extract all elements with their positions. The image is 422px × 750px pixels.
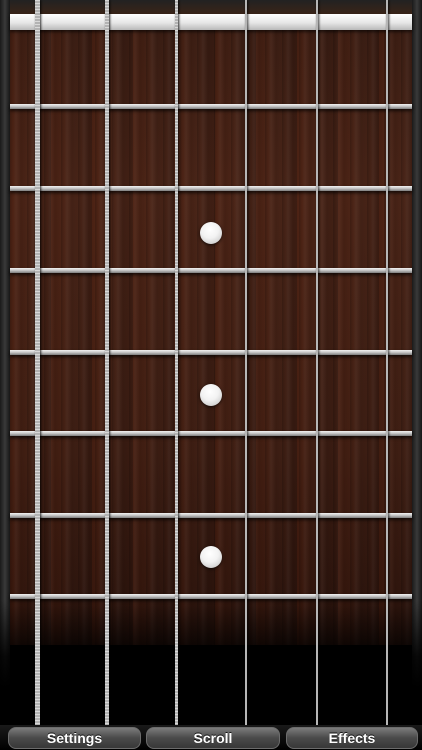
fret-6 xyxy=(10,513,412,518)
scroll-button[interactable]: Scroll xyxy=(146,727,280,749)
fret-marker-inlay xyxy=(200,384,222,406)
fret-1 xyxy=(10,104,412,109)
effects-button[interactable]: Effects xyxy=(286,727,418,749)
fret-2 xyxy=(10,186,412,191)
fretboard-shadow xyxy=(0,600,422,725)
string-3[interactable] xyxy=(245,0,247,725)
headstock-edge xyxy=(10,0,412,14)
string-4[interactable] xyxy=(175,0,178,725)
fret-3 xyxy=(10,268,412,273)
string-1[interactable] xyxy=(386,0,388,725)
string-6[interactable] xyxy=(35,0,40,725)
string-5[interactable] xyxy=(105,0,109,725)
fret-7 xyxy=(10,594,412,599)
fret-marker-inlay xyxy=(200,222,222,244)
fret-marker-inlay xyxy=(200,546,222,568)
settings-button[interactable]: Settings xyxy=(8,727,141,749)
fret-5 xyxy=(10,431,412,436)
string-2[interactable] xyxy=(316,0,318,725)
nut xyxy=(10,14,412,30)
fret-4 xyxy=(10,350,412,355)
